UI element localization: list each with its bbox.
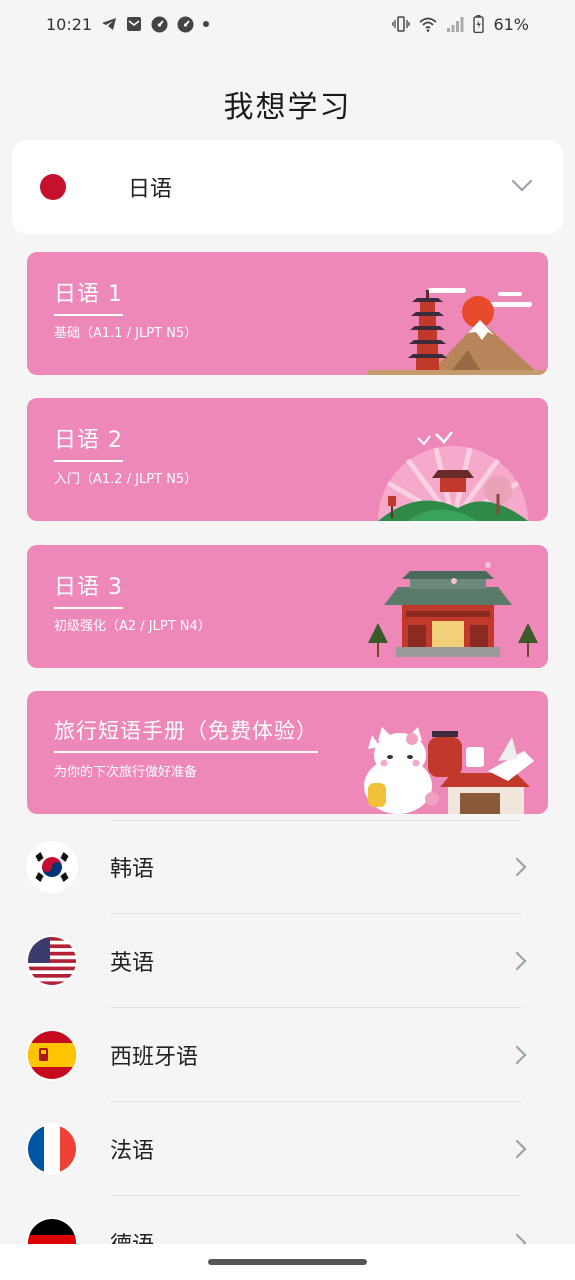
japan-flag-icon [38, 172, 68, 202]
korea-flag-icon [28, 843, 76, 891]
mail-icon [126, 16, 142, 32]
course-title: 日语 1 [54, 276, 123, 316]
course-subtitle: 入门（A1.2 / JLPT N5） [54, 472, 198, 487]
language-name: 法语 [110, 1139, 155, 1164]
france-flag-icon [28, 1125, 76, 1173]
language-row-english[interactable]: 英语 [0, 914, 575, 1008]
pagoda-fuji-art [368, 288, 548, 375]
lucky-cat-art [364, 727, 534, 814]
speed-icon [151, 16, 168, 33]
course-card-japanese-1[interactable]: 日语 1 基础（A1.1 / JLPT N5） [27, 252, 548, 375]
home-indicator[interactable] [208, 1259, 367, 1265]
usa-flag-icon [28, 937, 76, 985]
course-title: 日语 2 [54, 422, 123, 462]
speed-icon [177, 16, 194, 33]
language-name: 西班牙语 [110, 1045, 199, 1070]
course-title: 旅行短语手册（免费体验） [54, 715, 318, 753]
fan-shrine-art [378, 431, 528, 521]
chevron-down-icon[interactable] [511, 178, 533, 197]
chevron-right-icon [515, 857, 527, 881]
page-title: 我想学习 [223, 90, 352, 125]
course-card-japanese-3[interactable]: 日语 3 初级强化（A2 / JLPT N4） [27, 545, 548, 668]
language-selector[interactable]: 日语 [12, 140, 563, 234]
spain-flag-icon [28, 1031, 76, 1079]
language-name: 英语 [110, 951, 155, 976]
signal-icon [446, 16, 464, 32]
course-subtitle: 基础（A1.1 / JLPT N5） [54, 326, 198, 341]
status-left: 10:21 [46, 14, 210, 34]
course-subtitle: 为你的下次旅行做好准备 [54, 765, 198, 780]
chevron-right-icon [515, 1139, 527, 1163]
course-card-travel-phrasebook[interactable]: 旅行短语手册（免费体验） 为你的下次旅行做好准备 [27, 691, 548, 814]
course-title: 日语 3 [54, 569, 123, 609]
chevron-right-icon [515, 951, 527, 975]
selected-language-name: 日语 [128, 177, 173, 202]
language-name: 韩语 [110, 857, 155, 882]
language-row-korean[interactable]: 韩语 [0, 820, 575, 914]
chevron-right-icon [515, 1045, 527, 1069]
battery-level: 61% [493, 14, 529, 34]
dot-icon [203, 21, 210, 27]
status-time: 10:21 [46, 14, 93, 34]
course-card-japanese-2[interactable]: 日语 2 入门（A1.2 / JLPT N5） [27, 398, 548, 521]
navigation-bar [0, 1244, 575, 1280]
telegram-icon [101, 17, 117, 31]
wifi-icon [419, 17, 438, 32]
status-bar: 10:21 61% [0, 0, 575, 48]
temple-art [358, 562, 548, 668]
language-row-spanish[interactable]: 西班牙语 [0, 1008, 575, 1102]
language-row-french[interactable]: 法语 [0, 1102, 575, 1196]
battery-icon [473, 15, 485, 33]
course-subtitle: 初级强化（A2 / JLPT N4） [54, 619, 211, 634]
vibrate-icon [392, 16, 411, 32]
status-right: 61% [392, 15, 529, 34]
